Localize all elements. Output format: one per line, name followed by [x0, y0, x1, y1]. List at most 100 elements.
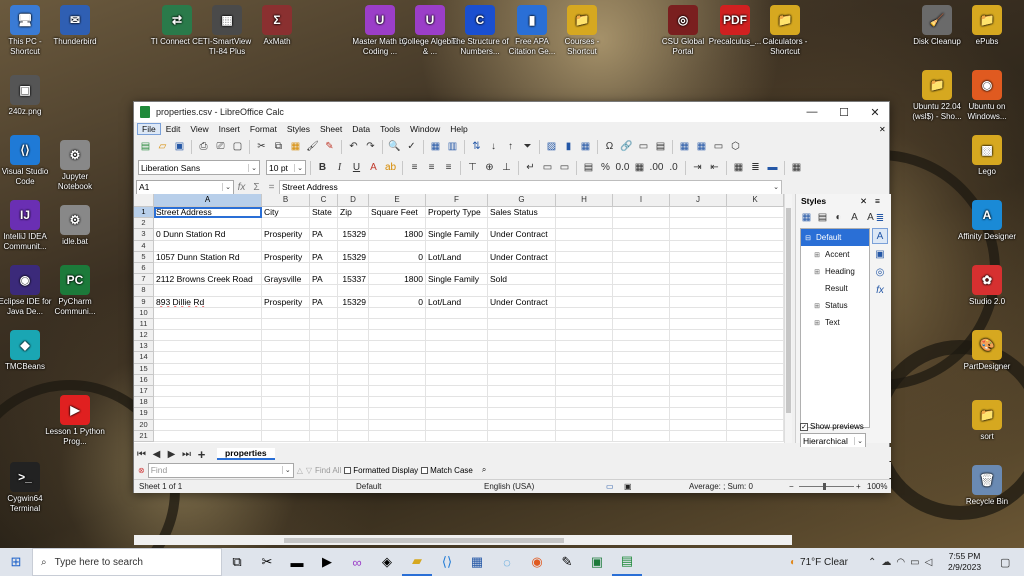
cell[interactable]	[338, 307, 369, 319]
cell[interactable]	[488, 363, 556, 375]
align-center-icon[interactable]: ≡	[424, 160, 439, 175]
cell[interactable]	[727, 285, 784, 297]
cell[interactable]	[613, 274, 670, 286]
spelling-icon[interactable]: ✓	[404, 139, 419, 154]
comment-icon[interactable]: ▭	[636, 139, 651, 154]
cell[interactable]	[727, 419, 784, 431]
cell[interactable]	[488, 285, 556, 297]
cell[interactable]: 15329	[338, 251, 369, 263]
cell[interactable]	[556, 363, 613, 375]
row-header[interactable]: 18	[134, 397, 154, 409]
paste-icon[interactable]: ▦	[288, 139, 303, 154]
last-sheet-icon[interactable]: ⏭	[179, 447, 194, 462]
cell[interactable]	[670, 307, 727, 319]
next-sheet-icon[interactable]: ▶	[164, 447, 179, 462]
sheet-tab[interactable]: properties	[217, 448, 275, 460]
cell[interactable]	[154, 285, 262, 297]
cell[interactable]: Square Feet	[369, 207, 426, 219]
style-item[interactable]: ⊞ Status	[801, 297, 869, 314]
align-left-icon[interactable]: ≡	[407, 160, 422, 175]
bold-icon[interactable]: B	[315, 160, 330, 175]
weather-widget[interactable]: ◐ 71°F Clear	[790, 557, 848, 568]
cell[interactable]	[556, 285, 613, 297]
cmd-icon[interactable]: ▶	[312, 548, 342, 576]
cell[interactable]	[556, 419, 613, 431]
cell[interactable]	[310, 262, 338, 275]
desktop-icon[interactable]: ⚙ idle.bat	[45, 205, 105, 247]
cell[interactable]	[613, 374, 670, 386]
add-sheet-icon[interactable]: +	[194, 447, 209, 462]
close-icon[interactable]: ✕	[859, 102, 891, 122]
style-item[interactable]: ⊞ Accent	[801, 246, 869, 263]
cell[interactable]	[426, 386, 488, 398]
cell[interactable]	[613, 296, 670, 308]
cell[interactable]	[426, 408, 488, 420]
expand-icon[interactable]: ⊞	[813, 302, 821, 310]
find-all-button[interactable]: Find All	[315, 466, 341, 475]
cell[interactable]: Lot/Land	[426, 296, 488, 308]
desktop-icon[interactable]: A Affinity Designer	[957, 200, 1017, 242]
cell[interactable]	[154, 374, 262, 386]
zoom-slider[interactable]	[799, 486, 854, 487]
menu-format[interactable]: Format	[245, 123, 282, 135]
cell[interactable]	[262, 374, 310, 386]
cell[interactable]	[369, 285, 426, 297]
show-draw-functions-icon[interactable]: ⬡	[728, 139, 743, 154]
cell[interactable]	[670, 274, 727, 286]
cell[interactable]	[154, 240, 262, 252]
font-size-combo[interactable]: 10 pt ⌄	[266, 160, 306, 175]
tray-chevron-up-icon[interactable]: ⌃	[868, 557, 876, 568]
select-all-corner[interactable]	[134, 194, 154, 207]
cell[interactable]	[670, 296, 727, 308]
menu-edit[interactable]: Edit	[161, 123, 186, 135]
cell[interactable]	[369, 408, 426, 420]
row-header[interactable]: 13	[134, 341, 154, 353]
first-sheet-icon[interactable]: ⏮	[134, 447, 149, 462]
cell[interactable]	[556, 352, 613, 364]
cell[interactable]: 2112 Browns Creek Road	[154, 274, 262, 286]
calculator-icon[interactable]: ▦	[462, 548, 492, 576]
cell[interactable]	[426, 218, 488, 230]
cell[interactable]	[426, 397, 488, 409]
cell[interactable]	[613, 240, 670, 252]
column-header[interactable]: G	[488, 194, 556, 207]
undo-icon[interactable]: ↶	[346, 139, 361, 154]
cell[interactable]	[154, 430, 262, 442]
cell[interactable]	[556, 307, 613, 319]
cell[interactable]	[310, 330, 338, 342]
open-folder-icon[interactable]: ▱	[155, 139, 170, 154]
cell[interactable]	[262, 430, 310, 442]
row-header[interactable]: 2	[134, 218, 154, 230]
row-header[interactable]: 10	[134, 307, 154, 319]
save-icon[interactable]: ▣	[172, 139, 187, 154]
cell[interactable]	[262, 318, 310, 331]
cell[interactable]	[426, 374, 488, 386]
cell[interactable]: 1800	[369, 274, 426, 286]
cell[interactable]	[556, 274, 613, 286]
cell[interactable]	[556, 330, 613, 342]
cell[interactable]	[556, 397, 613, 409]
menu-insert[interactable]: Insert	[214, 123, 245, 135]
align-top-icon[interactable]: ⊤	[465, 160, 480, 175]
cell[interactable]	[727, 218, 784, 230]
row-header[interactable]: 11	[134, 318, 154, 331]
cell[interactable]	[369, 318, 426, 331]
desktop-icon[interactable]: ▩ Lego	[957, 135, 1017, 177]
cell[interactable]	[369, 397, 426, 409]
tray-wifi-icon[interactable]: ◠	[896, 557, 905, 568]
cell[interactable]	[613, 218, 670, 230]
cell[interactable]	[262, 363, 310, 375]
cell[interactable]: Prosperity	[262, 229, 310, 241]
row-header[interactable]: 21	[134, 430, 154, 442]
cell[interactable]	[727, 341, 784, 353]
cell[interactable]	[488, 262, 556, 275]
row-header[interactable]: 7	[134, 274, 154, 286]
expand-icon[interactable]: ⊟	[804, 234, 812, 242]
cell[interactable]	[488, 218, 556, 230]
cell[interactable]	[338, 363, 369, 375]
export-pdf-icon[interactable]: ⎙	[196, 139, 211, 154]
cell[interactable]	[426, 307, 488, 319]
cell[interactable]	[310, 285, 338, 297]
cell[interactable]	[338, 374, 369, 386]
cell[interactable]	[556, 430, 613, 442]
